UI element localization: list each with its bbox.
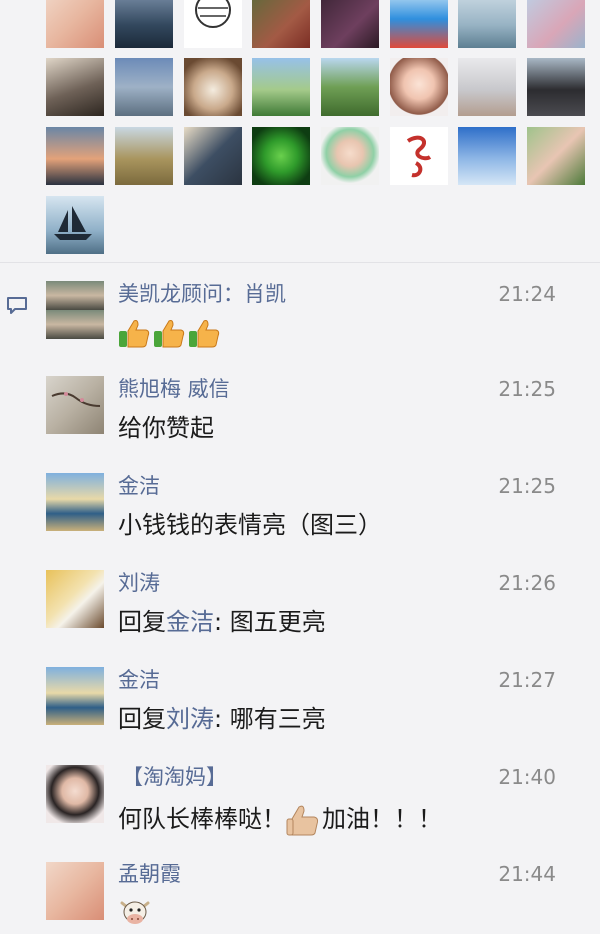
like-avatar[interactable] <box>184 127 242 185</box>
like-avatar[interactable] <box>527 58 585 116</box>
thumbs-up-icon <box>119 320 220 348</box>
comment-item[interactable]: 熊旭梅 威信 21:25 给你赞起 <box>0 359 600 456</box>
comment-author[interactable]: 金洁 <box>118 666 160 694</box>
comment-item[interactable]: 金洁 21:27 回复刘涛: 哪有三亮 <box>0 650 600 747</box>
like-avatar[interactable] <box>46 58 104 116</box>
like-avatar[interactable] <box>321 0 379 48</box>
like-avatar[interactable] <box>321 58 379 116</box>
comment-time: 21:25 <box>498 474 556 498</box>
like-avatar[interactable] <box>184 0 242 48</box>
reply-prefix: 回复 <box>118 705 166 733</box>
comment-item[interactable]: 【淘淘妈】 21:40 何队长棒棒哒！ 加油！！！ <box>0 747 600 844</box>
like-avatar[interactable] <box>252 58 310 116</box>
comment-text: 回复刘涛: 哪有三亮 <box>118 702 326 736</box>
comment-list: 美凯龙顾问：肖凯 21:24 熊旭梅 威信 21:25 给你赞起 金洁 21:2… <box>0 263 600 934</box>
comment-item[interactable]: 孟朝霞 21:44 <box>0 844 600 934</box>
like-avatar[interactable] <box>458 0 516 48</box>
avatar[interactable] <box>46 473 104 531</box>
like-avatar[interactable] <box>321 127 379 185</box>
comment-author[interactable]: 【淘淘妈】 <box>122 763 227 791</box>
avatar[interactable] <box>46 862 104 920</box>
comment-text-part: 加油！！！ <box>322 805 442 833</box>
avatar[interactable] <box>46 570 104 628</box>
cow-icon <box>120 901 150 924</box>
like-avatar[interactable] <box>184 58 242 116</box>
like-avatar[interactable] <box>390 58 448 116</box>
comment-time: 21:44 <box>498 862 556 886</box>
comment-item[interactable]: 美凯龙顾问：肖凯 21:24 <box>0 263 600 359</box>
comment-author[interactable]: 金洁 <box>118 472 160 500</box>
avatar[interactable] <box>46 765 104 823</box>
comment-item[interactable]: 金洁 21:25 小钱钱的表情亮（图三） <box>0 456 600 553</box>
comment-time: 21:24 <box>498 282 556 306</box>
comment-time: 21:27 <box>498 668 556 692</box>
comment-text: 小钱钱的表情亮（图三） <box>118 511 382 539</box>
comment-author[interactable]: 刘涛 <box>118 569 160 597</box>
comment-text-part: 何队长棒棒哒！ <box>118 805 286 833</box>
like-avatar[interactable] <box>115 0 173 48</box>
comment-time: 21:26 <box>498 571 556 595</box>
comment-item[interactable]: 刘涛 21:26 回复金洁: 图五更亮 <box>0 553 600 650</box>
comment-text: 给你赞起 <box>118 414 214 442</box>
like-avatar[interactable] <box>527 127 585 185</box>
comment-time: 21:40 <box>498 765 556 789</box>
reply-prefix: 回复 <box>118 608 166 636</box>
like-avatar[interactable] <box>390 127 448 185</box>
like-avatar[interactable] <box>115 58 173 116</box>
like-avatar[interactable] <box>46 196 104 254</box>
like-avatar[interactable] <box>527 0 585 48</box>
avatar[interactable] <box>46 376 104 434</box>
comment-text: 何队长棒棒哒！ 加油！！！ <box>118 802 442 837</box>
like-avatar[interactable] <box>252 127 310 185</box>
reply-text: : 哪有三亮 <box>214 705 326 733</box>
comment-text <box>118 315 222 349</box>
avatar[interactable] <box>46 281 104 339</box>
thumbs-up-icon <box>286 805 319 836</box>
reply-target-link[interactable]: 金洁 <box>166 608 214 636</box>
like-avatar[interactable] <box>458 58 516 116</box>
like-avatar[interactable] <box>115 127 173 185</box>
reply-target-link[interactable]: 刘涛 <box>166 705 214 733</box>
like-avatar[interactable] <box>46 0 104 48</box>
like-avatar[interactable] <box>458 127 516 185</box>
like-avatar[interactable] <box>252 0 310 48</box>
comment-text <box>118 894 152 929</box>
like-avatar[interactable] <box>46 127 104 185</box>
comment-author[interactable]: 美凯龙顾问：肖凯 <box>118 280 286 308</box>
like-avatar[interactable] <box>390 0 448 48</box>
comment-time: 21:25 <box>498 377 556 401</box>
likes-avatar-grid <box>0 0 600 262</box>
avatar[interactable] <box>46 667 104 725</box>
comment-text: 回复金洁: 图五更亮 <box>118 605 326 639</box>
reply-text: : 图五更亮 <box>214 608 326 636</box>
comment-author[interactable]: 孟朝霞 <box>118 860 181 888</box>
comment-author[interactable]: 熊旭梅 威信 <box>118 375 230 403</box>
